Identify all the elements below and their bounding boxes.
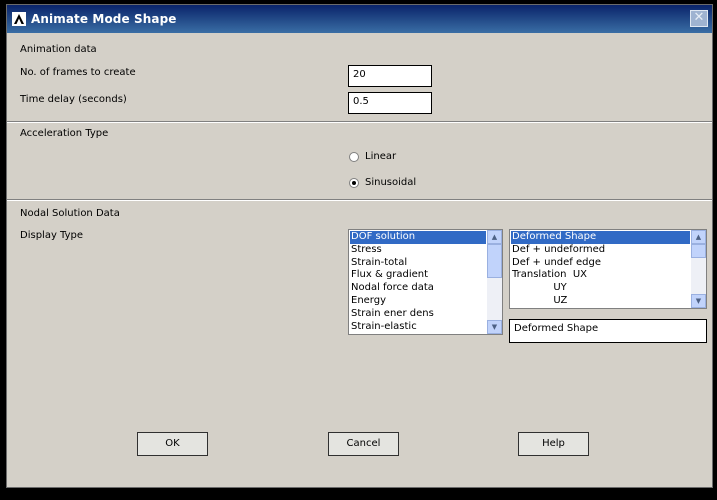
list-item[interactable]: Strain-elastic (350, 321, 486, 334)
list-item[interactable]: Energy (350, 295, 486, 308)
scroll-down-icon[interactable]: ▼ (691, 294, 706, 308)
cancel-button[interactable]: Cancel (328, 432, 399, 456)
list-item[interactable]: UZ (511, 295, 690, 308)
selection-textbox[interactable]: Deformed Shape (509, 319, 707, 343)
radio-sinusoidal-button[interactable] (349, 177, 359, 188)
radio-linear-label: Linear (365, 151, 397, 162)
list-item[interactable]: Nodal force data (350, 282, 486, 295)
title-bar[interactable]: Animate Mode Shape ✕ (7, 5, 712, 33)
frames-label: No. of frames to create (20, 67, 136, 78)
ok-button[interactable]: OK (137, 432, 208, 456)
list-item[interactable]: Def + undef edge (511, 257, 690, 270)
scroll-thumb[interactable] (691, 244, 706, 258)
solution-category-listbox[interactable]: DOF solution Stress Strain-total Flux & gra… (348, 229, 503, 335)
list-item[interactable]: DOF solution (350, 231, 486, 244)
left-list-scrollbar[interactable]: ▲ ▼ (487, 230, 502, 334)
animation-data-heading: Animation data (20, 44, 97, 55)
list-item[interactable]: Strain-total (350, 257, 486, 270)
scroll-up-icon[interactable]: ▲ (487, 230, 502, 244)
list-item[interactable]: Flux & gradient (350, 269, 486, 282)
list-item[interactable]: Deformed Shape (511, 231, 690, 244)
radio-linear[interactable]: Linear (349, 151, 396, 162)
help-button[interactable]: Help (518, 432, 589, 456)
radio-linear-button[interactable] (349, 151, 359, 162)
time-delay-label: Time delay (seconds) (20, 94, 127, 105)
scroll-thumb[interactable] (487, 244, 502, 278)
time-delay-input[interactable]: 0.5 (348, 92, 432, 114)
display-item-listbox[interactable]: Deformed Shape Def + undeformed Def + unde… (509, 229, 707, 309)
scroll-down-icon[interactable]: ▼ (487, 320, 502, 334)
ansys-logo-icon (12, 12, 26, 26)
list-item[interactable]: Translation UX (511, 269, 690, 282)
window-title: Animate Mode Shape (31, 12, 177, 26)
radio-sinusoidal[interactable]: Sinusoidal (349, 177, 416, 188)
nodal-solution-heading: Nodal Solution Data (20, 208, 120, 219)
right-list-scrollbar[interactable]: ▲ ▼ (691, 230, 706, 308)
frames-input[interactable]: 20 (348, 65, 432, 87)
close-button[interactable]: ✕ (690, 10, 708, 27)
acceleration-type-heading: Acceleration Type (20, 128, 109, 139)
divider (7, 121, 712, 123)
scroll-up-icon[interactable]: ▲ (691, 230, 706, 244)
list-item[interactable]: UY (511, 282, 690, 295)
display-type-label: Display Type (20, 230, 84, 241)
list-item[interactable]: Stress (350, 244, 486, 257)
animate-mode-shape-dialog: Animate Mode Shape ✕ Animation data No. … (6, 4, 713, 488)
divider (7, 199, 712, 201)
list-item[interactable]: Def + undeformed (511, 244, 690, 257)
radio-sinusoidal-label: Sinusoidal (365, 177, 417, 188)
list-item[interactable]: Strain ener dens (350, 308, 486, 321)
